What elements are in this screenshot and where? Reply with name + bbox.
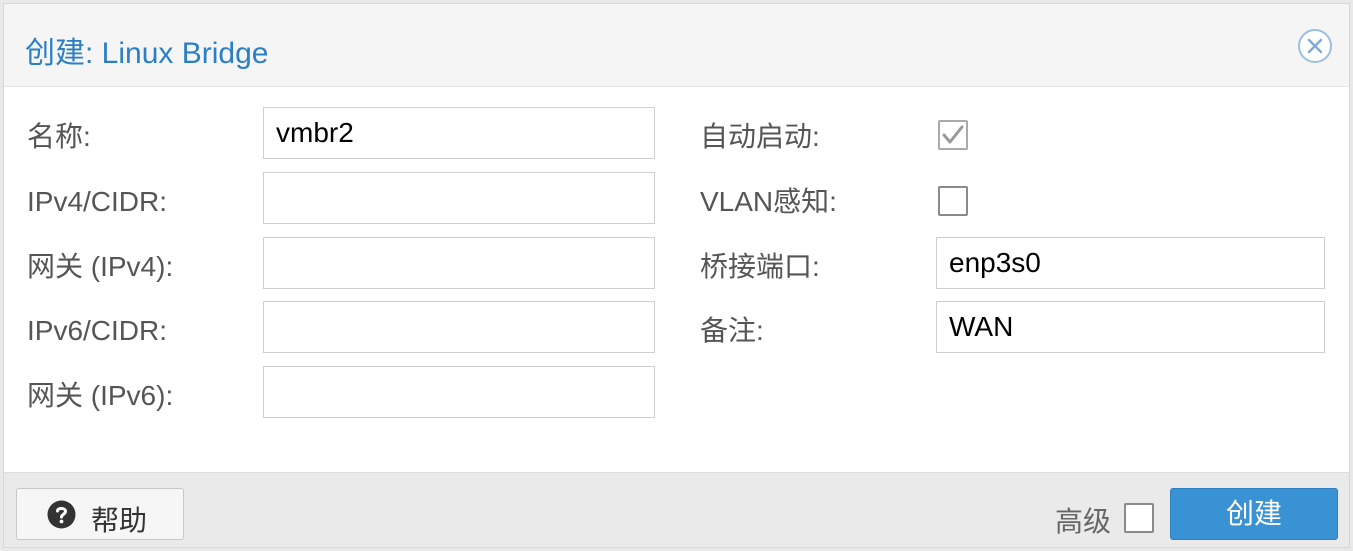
dialog-footer: 帮助 高级 创建: [4, 472, 1349, 547]
bridge-ports-input[interactable]: enp3s0: [936, 237, 1325, 289]
help-label: 帮助: [91, 505, 148, 536]
checkmark-icon: [942, 125, 964, 144]
ipv4-cidr-label: IPv4/CIDR:: [27, 186, 168, 217]
ipv6-cidr-input[interactable]: [263, 301, 655, 353]
dialog-title: 创建: Linux Bridge: [25, 37, 269, 70]
gateway-ipv4-input[interactable]: [263, 237, 655, 289]
advanced-checkbox[interactable]: [1124, 503, 1154, 533]
gateway-ipv4-label: 网关 (IPv4):: [27, 251, 174, 282]
autostart-label: 自动启动:: [700, 121, 820, 152]
create-button[interactable]: 创建: [1170, 488, 1338, 540]
close-icon[interactable]: [1297, 28, 1333, 64]
comment-label: 备注:: [700, 315, 764, 346]
name-label: 名称:: [27, 121, 91, 152]
vlan-aware-label: VLAN感知:: [700, 186, 837, 217]
create-linux-bridge-dialog: 创建: Linux Bridge 名称: vmbr2 IPv4/CIDR: 网关…: [3, 3, 1350, 548]
bridge-ports-label: 桥接端口:: [700, 251, 820, 282]
vlan-aware-checkbox[interactable]: [938, 186, 968, 216]
gateway-ipv6-label: 网关 (IPv6):: [27, 380, 174, 411]
dialog-titlebar: 创建: Linux Bridge: [4, 4, 1349, 87]
question-circle-icon: [47, 500, 76, 529]
ipv4-cidr-input[interactable]: [263, 172, 655, 224]
dialog-body: 名称: vmbr2 IPv4/CIDR: 网关 (IPv4): IPv6/CID…: [4, 87, 1349, 472]
autostart-checkbox[interactable]: [938, 120, 968, 150]
gateway-ipv6-input[interactable]: [263, 366, 655, 418]
help-button[interactable]: 帮助: [16, 488, 184, 540]
comment-input[interactable]: WAN: [936, 301, 1325, 353]
name-input[interactable]: vmbr2: [263, 107, 655, 159]
ipv6-cidr-label: IPv6/CIDR:: [27, 315, 168, 346]
advanced-label: 高级: [1055, 506, 1112, 537]
